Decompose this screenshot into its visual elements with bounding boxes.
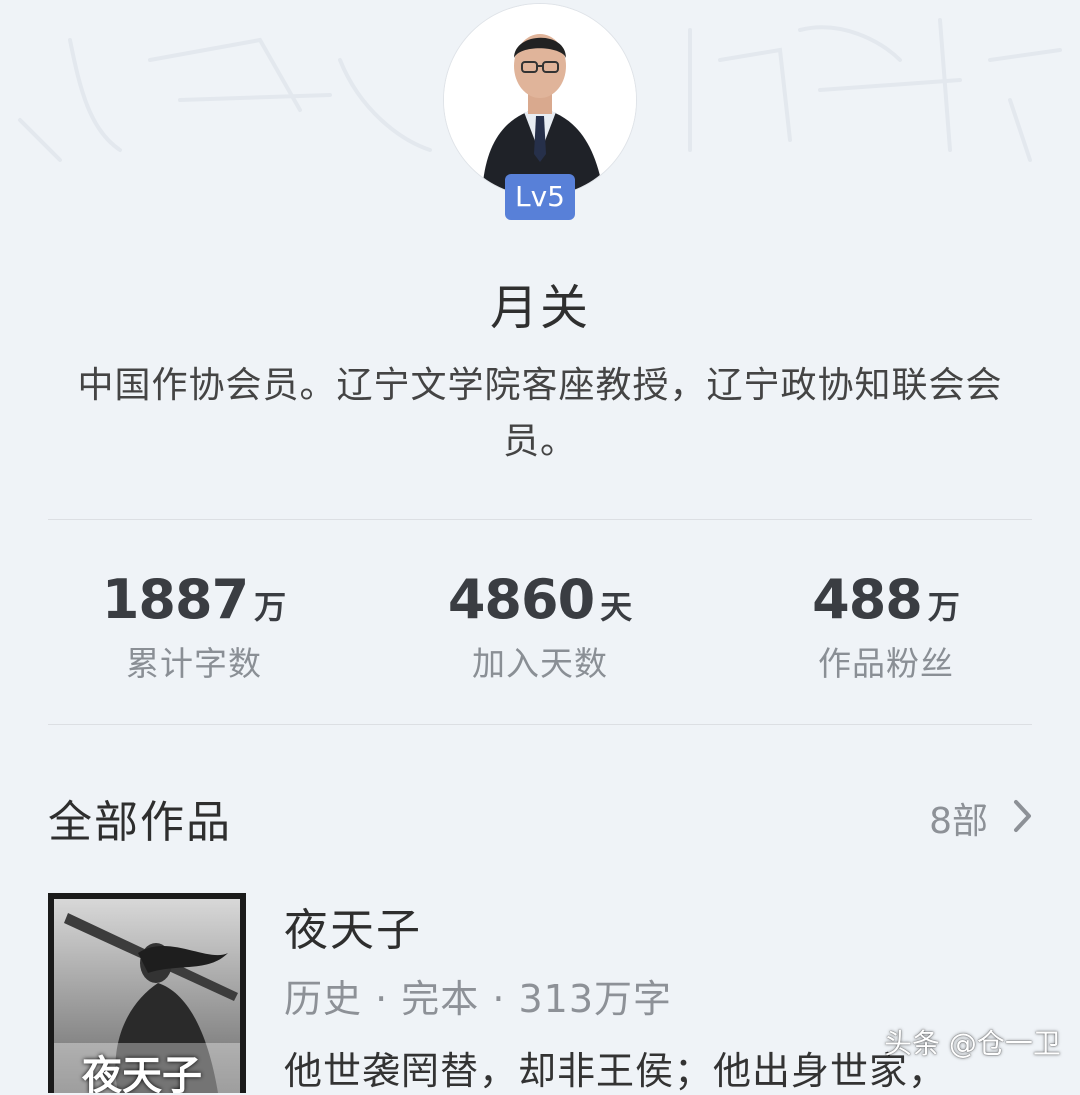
divider-bottom — [48, 724, 1032, 725]
author-name: 月关 — [489, 280, 590, 336]
book-description: 他世袭罔替，却非王侯；他出身世家， — [284, 1049, 948, 1093]
stat-join-days[interactable]: 4860 天 加入天数 — [390, 568, 690, 685]
author-bio: 中国作协会员。辽宁文学院客座教授，辽宁政协知联会会员。 — [77, 365, 1003, 462]
stat-value: 4860 — [447, 568, 595, 631]
author-avatar[interactable] — [444, 4, 636, 196]
stat-label: 累计字数 — [126, 644, 262, 683]
stat-label: 作品粉丝 — [818, 644, 954, 683]
stat-unit: 万 — [254, 588, 287, 626]
divider-top — [48, 519, 1032, 520]
stat-value: 488 — [812, 568, 923, 631]
stat-unit: 天 — [600, 588, 633, 626]
book-cover[interactable]: 夜天子 — [48, 893, 246, 1093]
all-works-title: 全部作品 — [48, 797, 232, 848]
cover-title-text: 夜天子 — [82, 1052, 202, 1093]
stat-fans[interactable]: 488 万 作品粉丝 — [736, 568, 1036, 685]
stat-label: 加入天数 — [472, 644, 608, 683]
watermark-text: 头条 @仓一卫 — [884, 1027, 1061, 1060]
chevron-right-icon[interactable] — [1012, 798, 1034, 834]
works-count[interactable]: 8部 — [929, 792, 988, 844]
avatar-portrait — [444, 4, 636, 196]
stat-value: 1887 — [101, 568, 249, 631]
stat-total-words[interactable]: 1887 万 累计字数 — [44, 568, 344, 685]
stat-unit: 万 — [927, 588, 960, 626]
book-title[interactable]: 夜天子 — [284, 894, 422, 958]
book-meta: 历史 · 完本 · 313万字 — [284, 977, 673, 1021]
level-badge: Lv5 — [505, 174, 575, 220]
